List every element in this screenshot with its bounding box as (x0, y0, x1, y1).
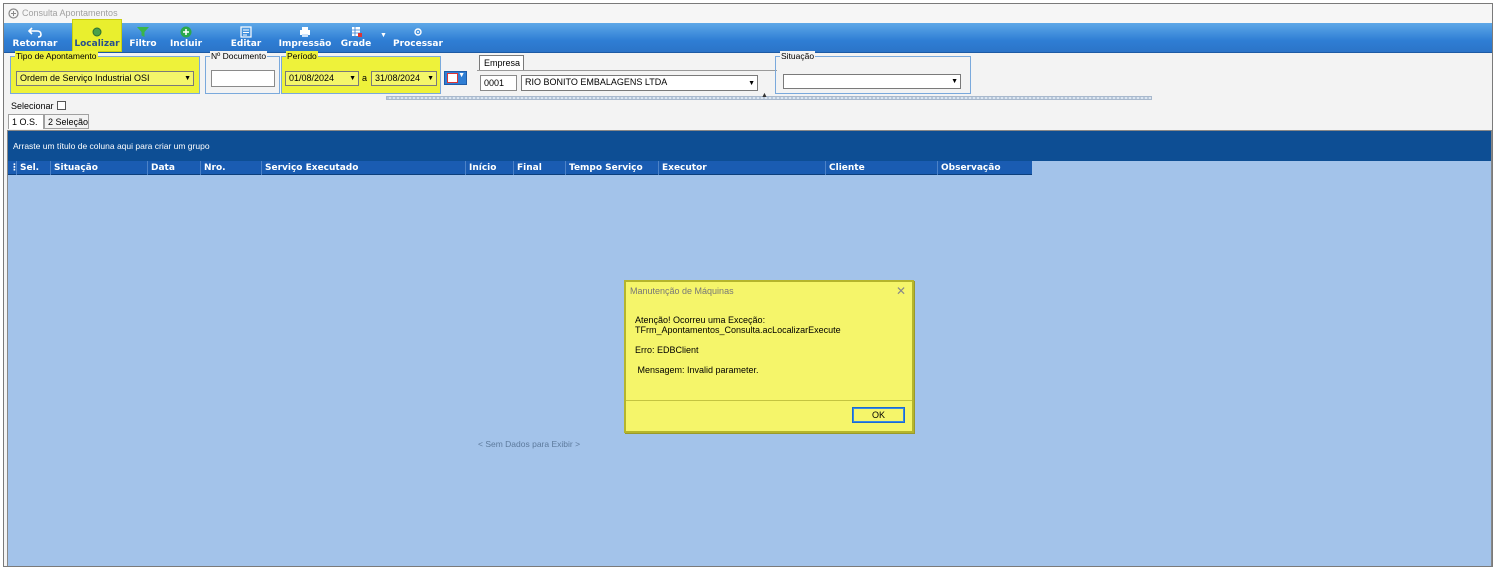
impressao-button[interactable]: Impressão (278, 24, 332, 52)
column-header[interactable]: Executor (658, 161, 825, 175)
dialog-line: Atenção! Ocorreu uma Exceção: (635, 315, 766, 325)
column-header[interactable]: Final (513, 161, 565, 175)
window-title: Consulta Apontamentos (22, 8, 118, 18)
edit-icon (240, 26, 252, 38)
add-circle-icon (180, 26, 192, 38)
ok-button[interactable]: OK (852, 407, 905, 423)
retornar-button[interactable]: Retornar (12, 24, 58, 52)
column-header[interactable]: Serviço Executado (261, 161, 465, 175)
documento-label: Nº Documento (210, 51, 268, 61)
column-header[interactable]: Cliente (825, 161, 937, 175)
periodo-to-select[interactable]: 31/08/2024 ▼ (371, 71, 437, 86)
empresa-divider (477, 70, 777, 71)
selecionar-checkbox-row[interactable]: Selecionar (11, 100, 66, 112)
documento-group: Nº Documento (205, 51, 280, 94)
filter-panel: Tipo de Apontamento Ordem de Serviço Ind… (4, 51, 1492, 95)
incluir-button[interactable]: Incluir (168, 24, 204, 52)
printer-icon (300, 27, 310, 37)
main-window: Consulta Apontamentos Retornar Localizar… (3, 3, 1493, 567)
column-indicator-icon[interactable]: ⋮ (8, 161, 19, 175)
group-by-panel[interactable]: Arraste um título de coluna aqui para cr… (8, 131, 1491, 161)
search-icon (92, 27, 102, 37)
chevron-down-icon: ▼ (349, 75, 356, 82)
selecionar-checkbox[interactable] (56, 101, 66, 110)
chevron-down-icon: ▼ (184, 75, 191, 82)
dialog-footer: OK (626, 400, 912, 431)
gear-icon (414, 28, 422, 36)
chevron-down-icon: ▼ (951, 78, 958, 85)
situacao-label: Situação (780, 51, 816, 61)
chevron-up-icon[interactable]: ▲ (761, 92, 768, 99)
editar-button[interactable]: Editar (229, 24, 263, 52)
processar-button[interactable]: Processar (393, 24, 443, 52)
calendar-button[interactable]: ▼ (444, 71, 467, 85)
no-data-message: < Sem Dados para Exibir > (478, 439, 581, 449)
grid-header: ⋮ Sel. Situação Data Nro. Serviço Execut… (8, 161, 1032, 175)
title-bar: Consulta Apontamentos (4, 4, 1492, 23)
chevron-down-icon: ▼ (458, 72, 465, 79)
documento-input[interactable] (211, 70, 275, 87)
filtro-button[interactable]: Filtro (128, 24, 158, 52)
close-icon[interactable]: ✕ (896, 284, 906, 298)
tab-os[interactable]: 1 O.S. (8, 114, 44, 129)
panel-splitter[interactable] (386, 96, 1152, 100)
grade-dropdown-icon[interactable]: ▼ (380, 32, 387, 39)
chevron-down-icon: ▼ (748, 80, 755, 87)
dialog-line: TFrm_Apontamentos_Consulta.acLocalizarEx… (635, 325, 841, 335)
periodo-group: Período 01/08/2024 ▼ a 31/08/2024 ▼ (281, 51, 441, 94)
chevron-down-icon: ▼ (427, 75, 434, 82)
app-icon (8, 8, 19, 19)
dialog-line: Erro: EDBClient (635, 345, 699, 355)
situacao-group: Situação ▼ (775, 51, 971, 94)
localizar-button[interactable]: Localizar (72, 19, 122, 52)
periodo-separator: a (362, 73, 368, 83)
tipo-apontamento-select[interactable]: Ordem de Serviço Industrial OSI ▼ (16, 71, 194, 86)
toolbar: Retornar Localizar Filtro Incluir Editar… (4, 19, 1492, 53)
undo-arrow-icon (28, 27, 42, 38)
calendar-icon (447, 73, 458, 83)
tab-selecao[interactable]: 2 Seleção (44, 114, 89, 129)
column-header[interactable]: Data (147, 161, 200, 175)
empresa-select[interactable]: RIO BONITO EMBALAGENS LTDA ▼ (521, 75, 758, 91)
column-header[interactable]: Nro. (200, 161, 261, 175)
column-header[interactable]: Sel. (16, 161, 50, 175)
empresa-code-input[interactable]: 0001 (480, 75, 517, 91)
filter-icon (137, 27, 149, 37)
column-header[interactable]: Observação (937, 161, 1032, 175)
selecionar-label: Selecionar (11, 101, 54, 111)
situacao-select[interactable]: ▼ (783, 74, 961, 89)
grade-button[interactable]: Grade (339, 24, 373, 52)
error-dialog: Manutenção de Máquinas ✕ Atenção! Ocorre… (624, 280, 914, 433)
tipo-apontamento-group: Tipo de Apontamento Ordem de Serviço Ind… (10, 51, 200, 94)
dialog-message: Atenção! Ocorreu uma Exceção: TFrm_Apont… (635, 315, 907, 375)
dialog-title: Manutenção de Máquinas (630, 286, 734, 296)
grid-icon (352, 27, 362, 37)
tipo-apontamento-label: Tipo de Apontamento (15, 51, 98, 61)
column-header[interactable]: Início (465, 161, 513, 175)
periodo-from-select[interactable]: 01/08/2024 ▼ (285, 71, 359, 86)
column-header[interactable]: Tempo Serviço (565, 161, 658, 175)
empresa-tab[interactable]: Empresa (479, 55, 524, 71)
column-header[interactable]: Situação (50, 161, 147, 175)
dialog-line: Mensagem: Invalid parameter. (635, 365, 759, 375)
periodo-label: Período (286, 51, 318, 61)
